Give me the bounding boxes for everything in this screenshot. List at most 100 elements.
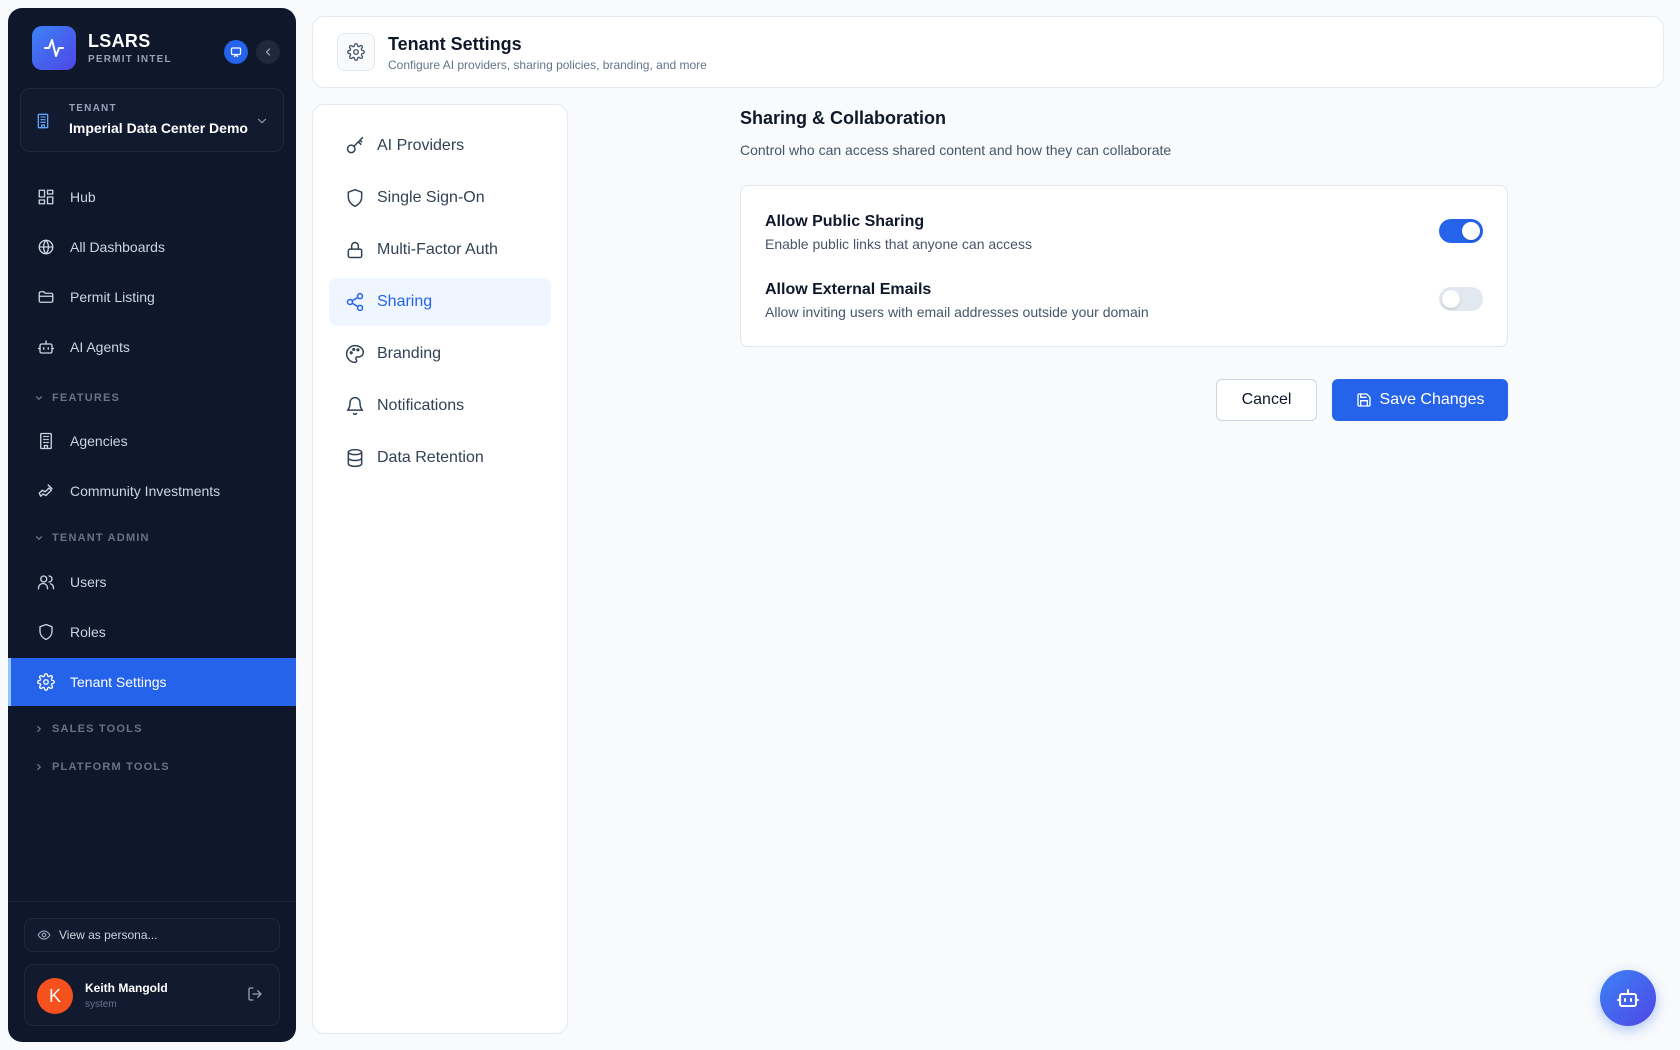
option-title: Allow External Emails: [765, 281, 932, 298]
sidebar-item-label: Permit Listing: [70, 289, 155, 305]
hand-coins-icon: [36, 481, 56, 501]
section-label: PLATFORM TOOLS: [52, 761, 170, 773]
bot-icon: [36, 337, 56, 357]
key-icon: [345, 136, 365, 156]
toggle-knob: [1462, 222, 1480, 240]
option-title: Allow Public Sharing: [765, 213, 925, 230]
save-changes-button[interactable]: Save Changes: [1332, 379, 1508, 421]
sidebar-item-label: Users: [70, 574, 107, 590]
option-description: Allow inviting users with email addresse…: [765, 304, 1149, 320]
section-label: TENANT ADMIN: [52, 532, 150, 544]
settings-tab-data-retention[interactable]: Data Retention: [329, 434, 551, 482]
avatar: K: [37, 978, 73, 1014]
sidebar-item-users[interactable]: Users: [8, 558, 296, 606]
settings-tab-branding[interactable]: Branding: [329, 330, 551, 378]
section-subtitle: Control who can access shared content an…: [740, 142, 1172, 158]
save-icon: [1356, 393, 1371, 407]
sidebar-item-all-dashboards[interactable]: All Dashboards: [8, 223, 296, 271]
sidebar-item-tenant-settings[interactable]: Tenant Settings: [8, 658, 296, 706]
section-features[interactable]: FEATURES: [34, 392, 120, 404]
sidebar-item-community-investments[interactable]: Community Investments: [8, 467, 296, 515]
sidebar-item-label: Agencies: [70, 433, 128, 449]
cancel-button[interactable]: Cancel: [1216, 379, 1317, 421]
settings-tab-label: AI Providers: [377, 137, 465, 154]
save-label: Save Changes: [1379, 391, 1485, 408]
view-as-persona-button[interactable]: View as persona...: [24, 918, 280, 952]
sidebar-item-hub[interactable]: Hub: [8, 173, 296, 221]
settings-tab-single-sign-on[interactable]: Single Sign-On: [329, 174, 551, 222]
chevron-down-icon: [35, 536, 43, 540]
settings-nav: AI Providers Single Sign-On Multi-Factor…: [312, 104, 568, 1034]
tenant-label: TENANT: [69, 103, 117, 114]
settings-tab-label: Data Retention: [377, 449, 484, 466]
brand[interactable]: LSARS PERMIT INTEL: [32, 26, 172, 70]
sidebar-item-label: All Dashboards: [70, 239, 165, 255]
chevron-left-icon: [265, 48, 271, 56]
sidebar-item-label: Roles: [70, 624, 106, 640]
sidebar: LSARS PERMIT INTEL TENANT Imperial Data …: [8, 8, 296, 1042]
settings-tab-label: Single Sign-On: [377, 189, 485, 206]
share-icon: [345, 292, 365, 312]
sidebar-item-roles[interactable]: Roles: [8, 608, 296, 656]
settings-tab-notifications[interactable]: Notifications: [329, 382, 551, 430]
tenant-selector[interactable]: TENANT Imperial Data Center Demo: [20, 88, 284, 152]
sidebar-item-permit-listing[interactable]: Permit Listing: [8, 273, 296, 321]
page-subtitle: Configure AI providers, sharing policies…: [388, 58, 707, 72]
page-title: Tenant Settings: [388, 34, 522, 54]
brand-name: LSARS: [88, 31, 151, 51]
section-label: FEATURES: [52, 392, 121, 404]
settings-tab-ai-providers[interactable]: AI Providers: [329, 122, 551, 170]
settings-tab-label: Branding: [377, 345, 442, 362]
activity-icon: [32, 26, 76, 70]
page-header: Tenant Settings Configure AI providers, …: [312, 16, 1664, 88]
logout-icon[interactable]: [247, 986, 263, 1002]
allow-external-emails-toggle[interactable]: [1439, 287, 1483, 311]
user-card[interactable]: K Keith Mangold system: [24, 964, 280, 1026]
grid-icon: [36, 187, 56, 207]
message-icon: [230, 47, 242, 58]
ai-assistant-button[interactable]: [1600, 970, 1656, 1026]
sharing-options-card: Allow Public Sharing Enable public links…: [740, 185, 1508, 347]
settings-tab-label: Multi-Factor Auth: [377, 241, 498, 258]
section-sales-tools[interactable]: SALES TOOLS: [34, 723, 143, 735]
tenant-name: Imperial Data Center Demo: [69, 120, 248, 136]
section-platform-tools[interactable]: PLATFORM TOOLS: [34, 761, 170, 773]
user-name: Keith Mangold: [85, 981, 168, 995]
building-icon: [35, 113, 51, 129]
sidebar-item-agencies[interactable]: Agencies: [8, 417, 296, 465]
chevron-down-icon: [255, 114, 269, 128]
globe-icon: [36, 237, 56, 257]
option-description: Enable public links that anyone can acce…: [765, 236, 1032, 252]
gear-icon: [337, 33, 375, 71]
database-icon: [345, 448, 365, 468]
sidebar-item-label: Hub: [70, 189, 96, 205]
settings-tab-label: Sharing: [377, 293, 433, 310]
lock-icon: [345, 240, 365, 260]
users-icon: [36, 572, 56, 592]
feedback-button[interactable]: [224, 40, 248, 64]
gear-icon: [36, 672, 56, 692]
settings-tab-sharing[interactable]: Sharing: [329, 278, 551, 326]
sidebar-item-label: Tenant Settings: [70, 674, 167, 690]
chevron-down-icon: [35, 396, 43, 400]
bot-icon: [1617, 989, 1639, 1007]
shield-icon: [36, 622, 56, 642]
settings-tab-multi-factor-auth[interactable]: Multi-Factor Auth: [329, 226, 551, 274]
eye-icon: [37, 930, 51, 940]
sidebar-item-label: AI Agents: [70, 339, 130, 355]
section-title: Sharing & Collaboration: [740, 108, 947, 128]
divider: [8, 901, 296, 902]
brand-subtitle: PERMIT INTEL: [88, 54, 172, 65]
building-icon: [36, 431, 56, 451]
collapse-sidebar-button[interactable]: [256, 40, 280, 64]
settings-tab-label: Notifications: [377, 397, 465, 414]
sidebar-item-ai-agents[interactable]: AI Agents: [8, 323, 296, 371]
allow-public-sharing-toggle[interactable]: [1439, 219, 1483, 243]
section-label: SALES TOOLS: [52, 723, 143, 735]
shield-icon: [345, 188, 365, 208]
folder-icon: [36, 287, 56, 307]
bell-icon: [345, 396, 365, 416]
chevron-right-icon: [37, 763, 41, 771]
section-tenant-admin[interactable]: TENANT ADMIN: [34, 532, 150, 544]
sidebar-item-label: Community Investments: [70, 483, 221, 499]
